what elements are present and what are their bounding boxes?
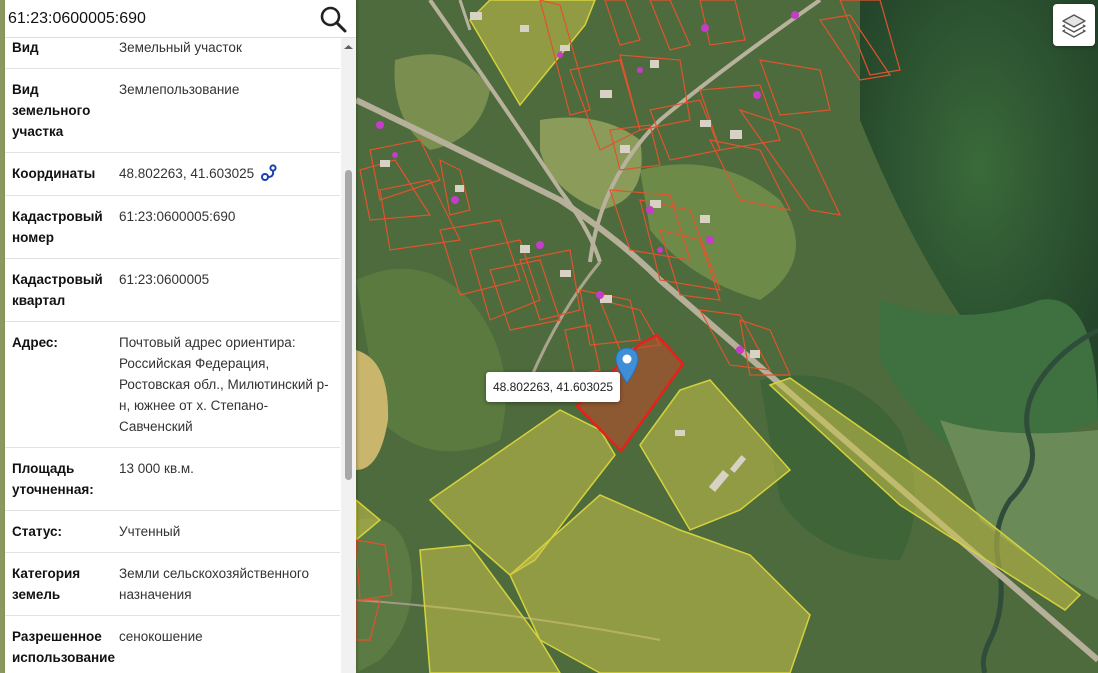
info-row-land-type: Вид земельного участка Землепользование xyxy=(5,69,340,153)
info-label: Кадастровый квартал xyxy=(12,272,103,308)
info-label: Координаты xyxy=(12,166,96,181)
coordinates-value: 48.802263, 41.603025 xyxy=(119,166,255,181)
info-row-coordinates: Координаты 48.802263, 41.603025 xyxy=(5,153,340,196)
info-value: сенокошение xyxy=(119,629,203,644)
info-row-cadastral-number: Кадастровый номер 61:23:0600005:690 xyxy=(5,196,340,259)
search-input[interactable] xyxy=(8,6,308,32)
scrollbar-thumb[interactable] xyxy=(345,170,352,480)
info-value: Земли сельскохозяйственного назначения xyxy=(119,566,310,602)
info-row-type: Вид Земельный участок xyxy=(5,38,340,69)
info-row-land-category: Категория земель Земли сельскохозяйствен… xyxy=(5,553,340,616)
info-row-cadastral-quarter: Кадастровый квартал 61:23:0600005 xyxy=(5,259,340,322)
info-row-permitted-use: Разрешенное использование сенокошение xyxy=(5,616,340,673)
info-value: 48.802263, 41.603025 xyxy=(119,163,331,184)
copy-coordinates-icon[interactable] xyxy=(260,164,278,182)
info-label: Категория земель xyxy=(12,566,81,602)
info-label: Адрес: xyxy=(12,335,58,350)
info-label: Вид земельного участка xyxy=(12,82,91,139)
info-label: Площадь уточненная: xyxy=(12,461,94,497)
panel-scrollbar[interactable] xyxy=(341,38,356,673)
info-table: Вид Земельный участок Вид земельного уча… xyxy=(5,38,340,673)
info-label: Вид xyxy=(12,40,39,55)
info-value: 61:23:0600005 xyxy=(119,272,210,287)
info-value: Землепользование xyxy=(119,82,240,97)
info-value: 61:23:0600005:690 xyxy=(119,209,236,224)
info-panel: Вид Земельный участок Вид земельного уча… xyxy=(5,0,356,673)
info-label: Кадастровый номер xyxy=(12,209,103,245)
info-value: Учтенный xyxy=(119,524,181,539)
info-value: Земельный участок xyxy=(119,40,242,55)
info-label: Разрешенное использование xyxy=(12,629,115,665)
info-row-address: Адрес: Почтовый адрес ориентира: Российс… xyxy=(5,322,340,448)
coordinates-popup: 48.802263, 41.603025 xyxy=(486,372,620,402)
search-icon[interactable] xyxy=(319,5,347,33)
info-label: Статус: xyxy=(12,524,62,539)
scroll-up-arrow-icon[interactable] xyxy=(341,42,356,52)
info-value: Почтовый адрес ориентира: Российская Фед… xyxy=(119,335,329,434)
info-value: 13 000 кв.м. xyxy=(119,461,194,476)
info-row-status: Статус: Учтенный xyxy=(5,511,340,553)
layers-icon xyxy=(1062,14,1086,38)
search-bar xyxy=(5,0,356,38)
layers-button[interactable] xyxy=(1053,4,1095,46)
popup-coordinates-text: 48.802263, 41.603025 xyxy=(492,380,614,394)
info-row-area: Площадь уточненная: 13 000 кв.м. xyxy=(5,448,340,511)
